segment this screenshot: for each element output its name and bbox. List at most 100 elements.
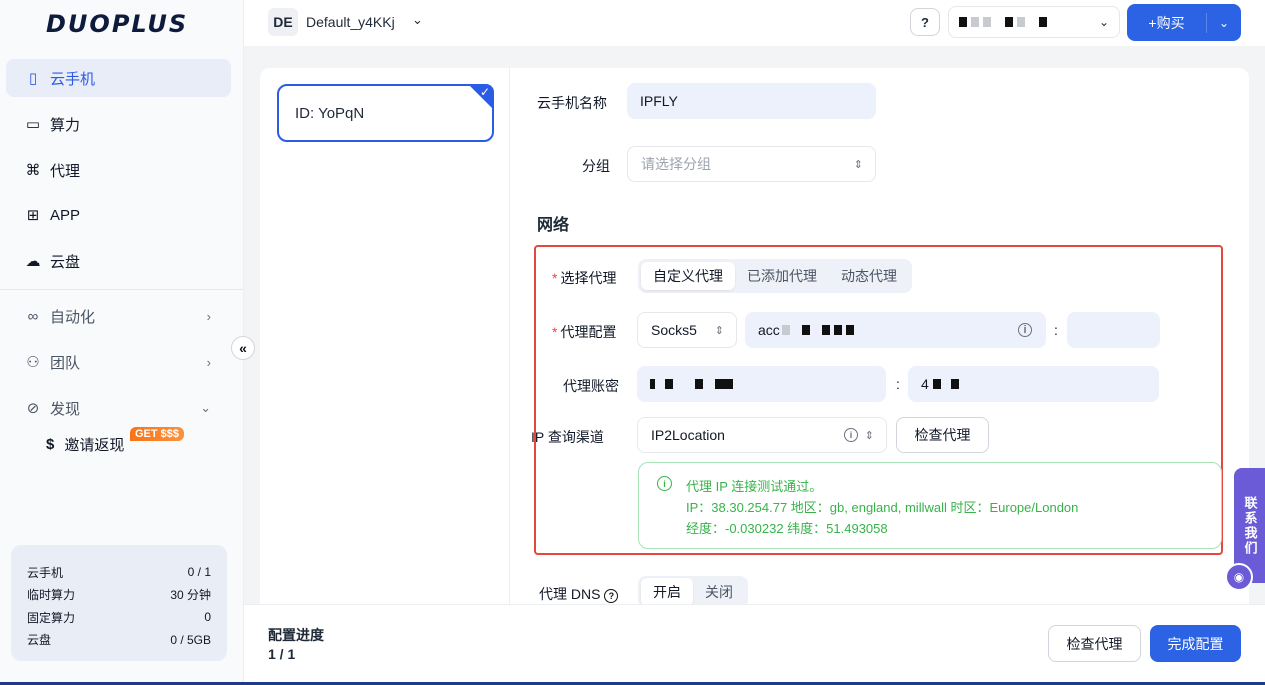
redacted-block — [695, 379, 703, 389]
stat-value: 0 / 1 — [187, 565, 211, 580]
network-section-title: 网络 — [537, 217, 570, 234]
chevron-down-icon[interactable]: ⌄ — [1207, 16, 1241, 30]
redacted-block — [715, 379, 733, 389]
sidebar-item-label: 自动化 — [50, 308, 96, 326]
redacted-block — [932, 379, 941, 389]
footer-check-proxy-button[interactable]: 检查代理 — [1048, 625, 1141, 662]
logo[interactable]: DUOPLUS — [46, 10, 188, 38]
proxy-username-input[interactable] — [637, 366, 886, 402]
proxy-host-input[interactable]: acc i — [745, 312, 1046, 348]
infinity-icon: ∞ — [27, 307, 39, 325]
chevron-right-icon: › — [206, 308, 211, 324]
monitor-icon: ▭ — [25, 116, 41, 133]
check-proxy-button[interactable]: 检查代理 — [896, 417, 989, 453]
sidebar-item-compute[interactable]: ▭ 算力 — [6, 105, 231, 143]
stat-label: 云手机 — [27, 565, 64, 580]
device-list: ID: YoPqN ✓ — [260, 68, 510, 604]
sidebar-item-label: 团队 — [50, 354, 81, 372]
network-icon: ⌘ — [25, 162, 41, 179]
redacted-block — [801, 325, 810, 335]
sidebar-item-label: 云盘 — [50, 253, 81, 271]
sidebar-item-app[interactable]: ⊞ APP — [6, 196, 231, 234]
result-coords-line: 经度：-0.030232 纬度：51.493058 — [686, 521, 888, 536]
sort-arrows-icon: ⇕ — [714, 324, 724, 337]
sidebar-item-label: 代理 — [50, 162, 81, 180]
workspace-name[interactable]: Default_y4KKj — [306, 14, 395, 30]
sidebar-item-cloud-disk[interactable]: ☁ 云盘 — [6, 242, 231, 280]
device-id: ID: YoPqN — [295, 104, 365, 122]
footer-bar: 配置进度 1 / 1 检查代理 完成配置 — [244, 604, 1265, 685]
chevron-down-icon[interactable]: ⌄ — [412, 12, 423, 28]
redacted-block — [1005, 17, 1013, 27]
chevron-down-icon: ⌄ — [200, 400, 211, 415]
sidebar-item-invite[interactable]: $ 邀请返现 — [46, 434, 124, 455]
account-menu[interactable]: ⌄ — [948, 6, 1120, 38]
result-ip-line: IP：38.30.254.77 地区：gb, england, millwall… — [686, 500, 1079, 515]
grid-icon: ⊞ — [26, 207, 40, 224]
group-select[interactable]: 请选择分组 ⇕ — [627, 146, 876, 182]
sidebar-item-team[interactable]: ⚇ 团队 › — [6, 343, 231, 381]
colon-separator: : — [896, 376, 900, 392]
collapse-sidebar-button[interactable]: « — [231, 336, 255, 360]
protocol-select[interactable]: Socks5 ⇕ — [637, 312, 737, 348]
compass-icon: ⊘ — [26, 400, 40, 417]
dns-off-option[interactable]: 关闭 — [693, 578, 745, 606]
check-icon: ✓ — [479, 85, 490, 99]
tab-added-proxy[interactable]: 已添加代理 — [735, 262, 829, 290]
chat-icon[interactable]: ◉ — [1225, 563, 1253, 591]
proxy-type-tabs: 自定义代理 已添加代理 动态代理 — [638, 259, 912, 293]
help-icon: ? — [604, 589, 619, 603]
cloud-icon: ☁ — [25, 253, 41, 270]
stat-value: 0 — [204, 610, 211, 625]
redacted-block — [821, 325, 830, 335]
stat-row: 临时算力 30 分钟 — [27, 584, 211, 607]
workspace-avatar[interactable]: DE — [268, 8, 298, 36]
proxy-host-value: acc — [758, 322, 780, 338]
redacted-block — [1039, 17, 1047, 27]
ip-channel-label: IP 查询渠道 — [531, 429, 604, 445]
redacted-block — [845, 325, 854, 335]
chevron-right-icon: › — [206, 354, 211, 370]
invite-label: 邀请返现 — [64, 437, 125, 454]
tab-dynamic-proxy[interactable]: 动态代理 — [829, 262, 909, 290]
info-icon[interactable]: i — [844, 428, 858, 442]
sort-arrows-icon: ⇕ — [864, 429, 874, 442]
buy-button[interactable]: +购买 — [1127, 12, 1207, 33]
config-panel: ID: YoPqN ✓ 云手机名称 IPFLY 分组 请选择分组 ⇕ 网络 * 选… — [260, 68, 1249, 685]
proxy-password-input[interactable]: 4 — [908, 366, 1159, 402]
team-icon: ⚇ — [26, 354, 40, 371]
name-input[interactable]: IPFLY — [627, 83, 876, 119]
redacted-block — [665, 379, 673, 389]
redacted-block — [1017, 17, 1025, 27]
sidebar-item-label: 云手机 — [50, 70, 96, 88]
info-icon[interactable]: i — [1018, 323, 1032, 337]
stat-value: 30 分钟 — [170, 588, 211, 603]
proxy-config-label: * 代理配置 — [552, 324, 617, 340]
dns-on-option[interactable]: 开启 — [641, 578, 693, 606]
help-icon[interactable]: ? — [910, 8, 940, 36]
device-card[interactable]: ID: YoPqN ✓ — [277, 84, 494, 142]
stat-row: 云盘 0 / 5GB — [27, 629, 211, 652]
redacted-block — [833, 325, 842, 335]
stat-value: 0 / 5GB — [170, 632, 211, 647]
sidebar-item-automation[interactable]: ∞ 自动化 › — [6, 297, 231, 335]
proxy-port-input[interactable] — [1067, 312, 1160, 348]
protocol-value: Socks5 — [651, 322, 697, 338]
stat-label: 云盘 — [27, 633, 52, 648]
sidebar-item-discover[interactable]: ⊘ 发现 ⌄ — [6, 389, 231, 427]
dollar-icon: $ — [46, 436, 55, 453]
sidebar-item-proxy[interactable]: ⌘ 代理 — [6, 151, 231, 189]
ip-channel-select[interactable]: IP2Location i ⇕ — [637, 417, 887, 453]
tab-custom-proxy[interactable]: 自定义代理 — [641, 262, 735, 290]
top-header: DE Default_y4KKj ⌄ ? ⌄ +购买 ⌄ — [244, 0, 1265, 46]
stat-label: 固定算力 — [27, 610, 76, 625]
redacted-block — [950, 379, 959, 389]
sidebar-item-label: 发现 — [50, 400, 81, 418]
sidebar-item-cloud-phone[interactable]: ▯ 云手机 — [6, 59, 231, 97]
sort-arrows-icon: ⇕ — [853, 158, 863, 171]
stat-row: 固定算力 0 — [27, 606, 211, 629]
info-circle-icon: i — [657, 476, 672, 491]
redacted-block — [959, 17, 967, 27]
proxy-test-result: i 代理 IP 连接测试通过。 IP：38.30.254.77 地区：gb, e… — [638, 462, 1222, 549]
finish-config-button[interactable]: 完成配置 — [1150, 625, 1241, 662]
